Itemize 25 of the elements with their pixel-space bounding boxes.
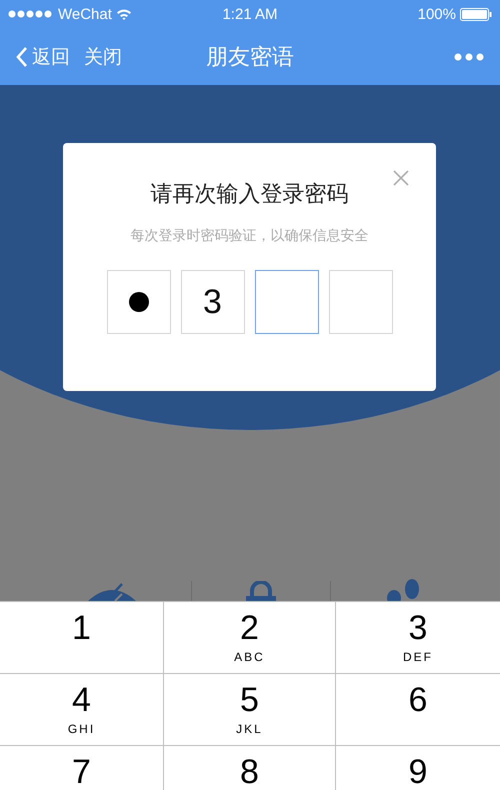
keypad-key[interactable]: 4 GHI [0,674,163,745]
back-chevron-icon [16,46,28,68]
pin-box[interactable]: 3 [180,270,244,334]
pin-box[interactable] [106,270,170,334]
keypad-key[interactable]: 7 [0,746,163,790]
signal-icon [8,10,54,18]
close-icon[interactable] [393,170,409,186]
keypad-key[interactable]: 2 ABC [164,602,335,673]
dialog-title: 请再次输入登录密码 [150,180,348,208]
battery-icon [460,8,492,20]
battery-percent: 100% [418,6,456,22]
lock-icon [244,581,277,601]
keypad-key[interactable]: 9 [336,746,500,790]
masked-digit-dot [128,292,148,312]
keypad-key[interactable]: 6 [336,674,500,745]
keypad-key[interactable]: 8 [164,746,335,790]
keypad-key[interactable]: 1 [0,602,163,673]
keypad-key[interactable]: 3 DEF [336,602,500,673]
dialog-subtitle: 每次登录时密码验证，以确保信息安全 [130,227,368,245]
keypad-key[interactable]: 5 JKL [164,674,335,745]
carrier-name: WeChat [58,6,112,22]
wifi-icon [116,8,132,20]
page-title: 朋友密语 [205,42,295,70]
status-time: 1:21 AM [221,6,279,22]
more-icon[interactable] [454,52,484,60]
